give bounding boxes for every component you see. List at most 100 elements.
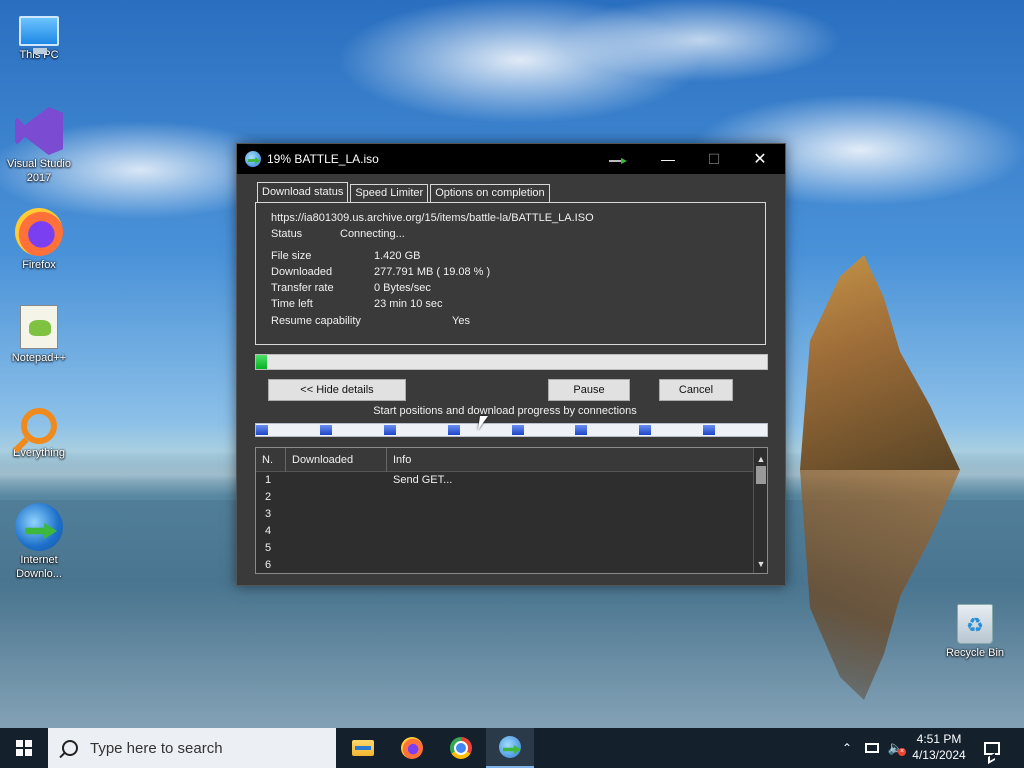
tab-download-status[interactable]: Download status <box>257 182 349 202</box>
firefox-icon <box>15 208 63 256</box>
table-row[interactable]: 6 <box>256 558 753 573</box>
desktop-icon-visual-studio[interactable]: Visual Studio 2017 <box>2 107 76 185</box>
taskbar-file-explorer[interactable] <box>339 728 387 768</box>
desktop-icon-everything[interactable]: Everything <box>2 404 76 460</box>
desktop-icon-this-pc[interactable]: This PC <box>2 10 76 62</box>
internet-download-manager-icon <box>15 503 63 551</box>
transfer-rate-row: Transfer rate 0 Bytes/sec <box>271 282 431 294</box>
network-icon[interactable] <box>860 728 884 768</box>
taskbar-clock[interactable]: 4:51 PM 4/13/2024 <box>906 728 972 768</box>
show-hidden-icons-chevron-icon[interactable]: ⌃ <box>836 728 858 768</box>
tab-speed-limiter[interactable]: Speed Limiter <box>350 184 429 202</box>
row-info: Send GET... <box>393 474 453 486</box>
cancel-button[interactable]: Cancel <box>659 379 733 401</box>
scroll-up-icon[interactable]: ▲ <box>754 452 767 466</box>
minimize-button[interactable]: — <box>645 144 691 174</box>
taskbar-firefox[interactable] <box>388 728 436 768</box>
downloaded-label: Downloaded <box>271 266 333 278</box>
connection-segment-2 <box>320 425 332 435</box>
row-number: 1 <box>265 474 272 486</box>
window-title: 19% BATTLE_LA.iso <box>267 152 379 166</box>
file-explorer-icon <box>352 740 374 756</box>
status-row: Status Connecting... <box>271 228 405 240</box>
downloaded-value: 277.791 MB ( 19.08 % ) <box>374 266 491 278</box>
desktop-icon-label: Internet Downlo... <box>16 554 62 580</box>
taskbar: Type here to search ⌃ 🔈 × 4:51 PM 4/13/20… <box>0 728 1024 768</box>
download-progress-window: 19% BATTLE_LA.iso — ☐ ✕ Download status … <box>236 143 786 586</box>
table-row[interactable]: 1 Send GET... <box>256 473 753 490</box>
connection-segment-3 <box>384 425 396 435</box>
window-titlebar[interactable]: 19% BATTLE_LA.iso — ☐ ✕ <box>237 144 785 174</box>
taskbar-chrome[interactable] <box>437 728 485 768</box>
status-value: Connecting... <box>340 228 405 240</box>
internet-download-manager-icon <box>499 736 521 758</box>
maximize-button[interactable]: ☐ <box>691 144 737 174</box>
download-arrow-icon[interactable] <box>609 156 629 166</box>
taskbar-internet-download-manager[interactable] <box>486 728 534 768</box>
desktop-icon-label: Firefox <box>22 259 56 271</box>
desktop-icon-label: Recycle Bin <box>945 647 1005 659</box>
resume-capability-value: Yes <box>452 315 470 327</box>
search-icon <box>62 740 78 756</box>
tab-strip: Download status Speed Limiter Options on… <box>257 182 552 202</box>
scrollbar-thumb[interactable] <box>756 466 766 484</box>
desktop-icon-internet-download-manager[interactable]: Internet Downlo... <box>2 503 76 581</box>
download-progress-fill <box>256 355 267 369</box>
file-size-label: File size <box>271 250 312 262</box>
idm-app-icon <box>245 151 261 167</box>
search-placeholder: Type here to search <box>90 739 223 757</box>
row-number: 4 <box>265 525 272 537</box>
scroll-down-icon[interactable]: ▼ <box>754 557 767 571</box>
table-row[interactable]: 4 <box>256 524 753 541</box>
resume-capability-label: Resume capability <box>271 315 361 327</box>
table-row[interactable]: 2 <box>256 490 753 507</box>
desktop-icon-notepad-plus-plus[interactable]: Notepad++ <box>2 305 76 365</box>
desktop-icon-recycle-bin[interactable]: Recycle Bin <box>938 604 1012 660</box>
connection-segment-5 <box>512 425 524 435</box>
notepad-plus-plus-icon <box>20 305 58 349</box>
transfer-rate-label: Transfer rate <box>271 282 334 294</box>
connections-caption: Start positions and download progress by… <box>373 405 637 417</box>
time-left-row: Time left 23 min 10 sec <box>271 298 442 310</box>
column-header-downloaded[interactable]: Downloaded <box>286 448 387 472</box>
column-header-number[interactable]: N. <box>256 448 286 472</box>
taskbar-search-box[interactable]: Type here to search <box>48 728 336 768</box>
recycle-bin-icon <box>957 604 993 644</box>
table-body: 1 Send GET... 2 3 4 5 6 <box>256 473 753 573</box>
volume-muted-icon[interactable]: 🔈 × <box>884 728 908 768</box>
file-size-row: File size 1.420 GB <box>271 250 420 262</box>
download-info-panel: https://ia801309.us.archive.org/15/items… <box>255 202 766 345</box>
table-row[interactable]: 5 <box>256 541 753 558</box>
hide-details-button[interactable]: << Hide details <box>268 379 406 401</box>
column-header-info[interactable]: Info <box>387 448 753 472</box>
start-button[interactable] <box>0 728 48 768</box>
downloaded-row: Downloaded 277.791 MB ( 19.08 % ) <box>271 266 490 278</box>
close-button[interactable]: ✕ <box>737 144 783 174</box>
time-left-value: 23 min 10 sec <box>374 298 443 310</box>
desktop-icon-firefox[interactable]: Firefox <box>2 208 76 272</box>
this-pc-icon <box>19 16 59 54</box>
chrome-icon <box>450 737 472 759</box>
connection-segment-8 <box>703 425 715 435</box>
download-url: https://ia801309.us.archive.org/15/items… <box>271 212 594 224</box>
desktop-icon-label: Notepad++ <box>11 352 67 364</box>
connection-segment-1 <box>256 425 268 435</box>
tab-options-on-completion[interactable]: Options on completion <box>430 184 550 202</box>
table-scrollbar[interactable]: ▲ ▼ <box>753 448 767 573</box>
firefox-icon <box>401 737 423 759</box>
status-label: Status <box>271 228 303 240</box>
action-center-notification-icon[interactable] <box>978 728 1006 768</box>
connection-segment-4 <box>448 425 460 435</box>
connections-progress-bar <box>255 423 768 437</box>
clock-date: 4/13/2024 <box>912 748 966 762</box>
connection-segment-6 <box>575 425 587 435</box>
table-header: N. Downloaded Info <box>256 448 753 472</box>
row-number: 6 <box>265 559 272 571</box>
row-number: 2 <box>265 491 272 503</box>
download-progress-bar <box>255 354 768 370</box>
row-number: 5 <box>265 542 272 554</box>
connections-table: N. Downloaded Info 1 Send GET... 2 3 4 5 <box>255 447 768 574</box>
table-row[interactable]: 3 <box>256 507 753 524</box>
pause-button[interactable]: Pause <box>548 379 630 401</box>
resume-capability-row: Resume capability Yes <box>271 315 470 327</box>
